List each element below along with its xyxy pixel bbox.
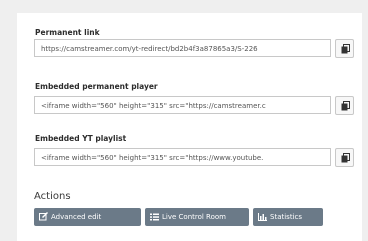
live-control-room-label: Live Control Room [162, 213, 226, 221]
statistics-label: Statistics [270, 213, 302, 221]
permanent-link-field[interactable]: https://camstreamer.com/yt-redirect/bd2b… [34, 39, 331, 57]
copy-permanent-link-button[interactable] [335, 39, 354, 58]
embedded-player-field[interactable]: <iframe width="560" height="315" src="ht… [34, 96, 331, 114]
permanent-link-label: Permanent link [35, 28, 100, 37]
copy-embedded-playlist-button[interactable] [335, 148, 354, 167]
statistics-button[interactable]: Statistics [253, 208, 323, 226]
embedded-playlist-label: Embedded YT playlist [35, 134, 127, 143]
clipboard-icon [341, 101, 350, 111]
copy-embedded-player-button[interactable] [335, 96, 354, 115]
actions-heading: Actions [34, 191, 71, 202]
bar-chart-icon [258, 213, 267, 221]
clipboard-icon [341, 153, 350, 163]
advanced-edit-label: Advanced edit [51, 213, 102, 221]
advanced-edit-button[interactable]: Advanced edit [34, 208, 141, 226]
share-panel: Permanent link https://camstreamer.com/y… [17, 13, 362, 241]
live-control-room-button[interactable]: Live Control Room [145, 208, 249, 226]
list-icon [150, 213, 159, 221]
edit-icon [39, 212, 48, 221]
embedded-playlist-field[interactable]: <iframe width="560" height="315" src="ht… [34, 148, 331, 166]
clipboard-icon [341, 44, 350, 54]
embedded-player-label: Embedded permanent player [35, 82, 158, 91]
